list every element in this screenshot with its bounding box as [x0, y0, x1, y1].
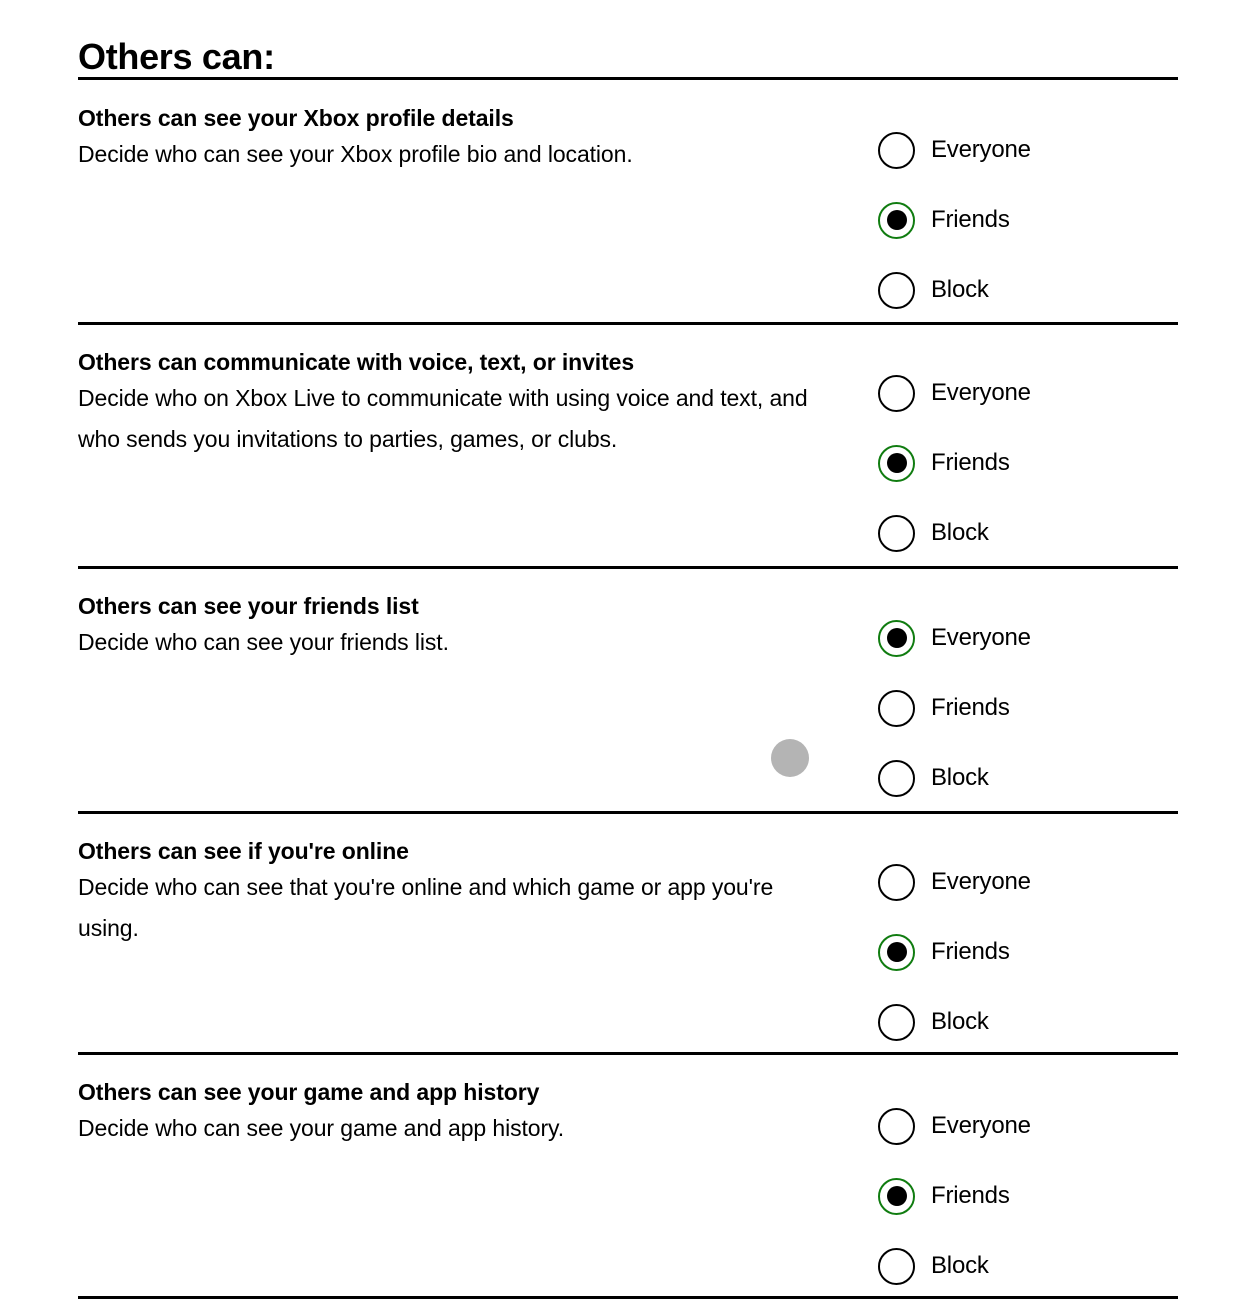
- radio-selected-icon[interactable]: [878, 933, 915, 971]
- section-heading: Others can see your Xbox profile details: [78, 105, 514, 131]
- section-text-block: Others can communicate with voice, text,…: [78, 347, 838, 460]
- radio-option-everyone[interactable]: Everyone: [878, 603, 1188, 673]
- section-heading: Others can communicate with voice, text,…: [78, 349, 635, 375]
- radio-option-label: Everyone: [931, 1112, 1031, 1139]
- privacy-settings-page: Others can: Others can see your Xbox pro…: [0, 0, 1247, 1308]
- page-title: Others can:: [78, 36, 275, 78]
- section-description: Decide who can see that you're online an…: [78, 874, 774, 941]
- radio-option-label: Everyone: [931, 379, 1031, 406]
- radio-option-everyone[interactable]: Everyone: [878, 1091, 1188, 1161]
- section-text-block: Others can see your game and app history…: [78, 1077, 838, 1149]
- radio-group: Everyone Friends Block: [878, 1091, 1188, 1301]
- radio-option-label: Block: [931, 519, 989, 546]
- radio-option-friends[interactable]: Friends: [878, 673, 1188, 743]
- radio-option-friends[interactable]: Friends: [878, 428, 1188, 498]
- radio-group: Everyone Friends Block: [878, 603, 1188, 813]
- radio-option-label: Friends: [931, 694, 1010, 721]
- radio-option-label: Everyone: [931, 624, 1031, 651]
- section-heading: Others can see your game and app history: [78, 1079, 540, 1105]
- section-description: Decide who can see your friends list.: [78, 629, 449, 655]
- radio-group: Everyone Friends Block: [878, 358, 1188, 568]
- radio-option-label: Block: [931, 1252, 989, 1279]
- radio-unselected-icon[interactable]: [878, 689, 915, 727]
- radio-unselected-icon[interactable]: [878, 1247, 915, 1285]
- radio-option-block[interactable]: Block: [878, 498, 1188, 568]
- radio-option-friends[interactable]: Friends: [878, 185, 1188, 255]
- radio-option-label: Friends: [931, 1182, 1010, 1209]
- radio-option-label: Friends: [931, 206, 1010, 233]
- radio-selected-icon[interactable]: [878, 201, 915, 239]
- radio-option-label: Block: [931, 276, 989, 303]
- radio-option-block[interactable]: Block: [878, 255, 1188, 325]
- radio-unselected-icon[interactable]: [878, 271, 915, 309]
- radio-option-everyone[interactable]: Everyone: [878, 358, 1188, 428]
- radio-unselected-icon[interactable]: [878, 514, 915, 552]
- radio-unselected-icon[interactable]: [878, 374, 915, 412]
- radio-option-label: Friends: [931, 938, 1010, 965]
- radio-unselected-icon[interactable]: [878, 1107, 915, 1145]
- radio-option-everyone[interactable]: Everyone: [878, 115, 1188, 185]
- radio-option-label: Everyone: [931, 136, 1031, 163]
- section-description: Decide who can see your Xbox profile bio…: [78, 141, 633, 167]
- radio-option-everyone[interactable]: Everyone: [878, 847, 1188, 917]
- radio-selected-icon[interactable]: [878, 1177, 915, 1215]
- radio-option-label: Friends: [931, 449, 1010, 476]
- radio-option-block[interactable]: Block: [878, 987, 1188, 1057]
- section-heading: Others can see your friends list: [78, 593, 419, 619]
- radio-unselected-icon[interactable]: [878, 863, 915, 901]
- radio-option-label: Block: [931, 764, 989, 791]
- radio-option-block[interactable]: Block: [878, 743, 1188, 813]
- section-text-block: Others can see if you're online Decide wh…: [78, 836, 838, 949]
- radio-unselected-icon[interactable]: [878, 131, 915, 169]
- radio-option-friends[interactable]: Friends: [878, 1161, 1188, 1231]
- radio-option-block[interactable]: Block: [878, 1231, 1188, 1301]
- section-text-block: Others can see your friends list Decide w…: [78, 591, 838, 663]
- section-divider: [78, 77, 1178, 80]
- section-description: Decide who on Xbox Live to communicate w…: [78, 385, 808, 452]
- radio-unselected-icon[interactable]: [878, 759, 915, 797]
- radio-unselected-icon[interactable]: [878, 1003, 915, 1041]
- radio-selected-icon[interactable]: [878, 619, 915, 657]
- section-text-block: Others can see your Xbox profile details…: [78, 103, 838, 175]
- radio-group: Everyone Friends Block: [878, 115, 1188, 325]
- radio-option-label: Block: [931, 1008, 989, 1035]
- section-heading: Others can see if you're online: [78, 838, 409, 864]
- section-description: Decide who can see your game and app his…: [78, 1115, 565, 1141]
- radio-group: Everyone Friends Block: [878, 847, 1188, 1057]
- radio-option-friends[interactable]: Friends: [878, 917, 1188, 987]
- radio-option-label: Everyone: [931, 868, 1031, 895]
- radio-selected-icon[interactable]: [878, 444, 915, 482]
- pointer-indicator: [771, 739, 809, 777]
